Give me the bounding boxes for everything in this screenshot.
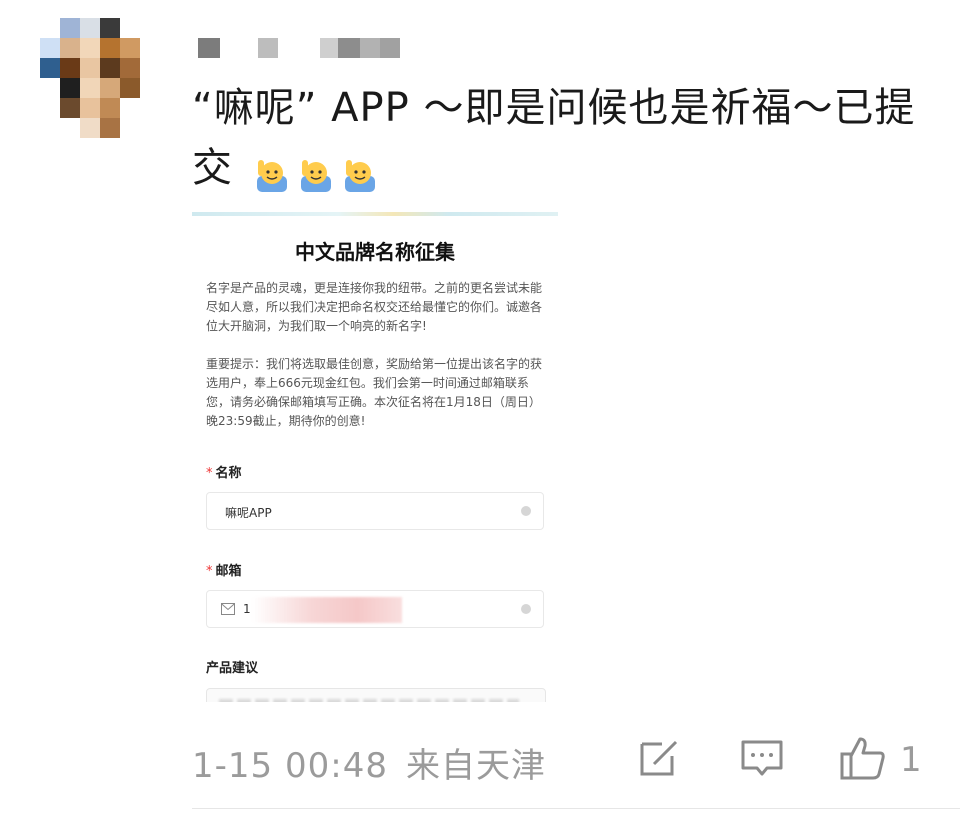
attach-header-band	[192, 212, 558, 216]
form-notice: 重要提示：我们将选取最佳创意，奖励给第一位提出该名字的获选用户，奉上666元现金…	[206, 357, 543, 428]
edit-share-icon	[638, 738, 682, 782]
raising-hand-emoji	[253, 151, 291, 192]
suggestion-field[interactable]	[206, 688, 546, 702]
name-field[interactable]: 嘛呢APP	[206, 492, 544, 530]
name-field-label: * 名称	[206, 466, 242, 481]
form-intro: 名字是产品的灵魂，更是连接你我的纽带。之前的更名尝试未能尽如人意，所以我们决定把…	[206, 281, 543, 333]
like-button[interactable]: 1	[840, 736, 922, 784]
email-field-label: * 邮箱	[206, 564, 242, 579]
post-meta: 1-15 00:48 来自天津	[192, 738, 546, 787]
form-title: 中文品牌名称征集	[295, 240, 455, 264]
clear-icon[interactable]	[521, 604, 531, 614]
raising-hand-emoji	[297, 151, 335, 192]
clear-icon[interactable]	[521, 506, 531, 516]
thumbs-up-icon	[840, 736, 886, 784]
comment-icon	[740, 738, 784, 782]
required-mark: *	[206, 466, 213, 481]
like-count: 1	[900, 740, 922, 780]
raising-hand-emoji	[341, 151, 379, 192]
mail-icon	[221, 603, 235, 618]
emoji-row	[253, 151, 379, 192]
email-redaction	[252, 597, 402, 623]
suggestion-text-blurred	[219, 699, 519, 702]
repost-button[interactable]	[638, 738, 682, 782]
avatar[interactable]	[40, 18, 160, 138]
attached-image[interactable]: 中文品牌名称征集 名字是产品的灵魂，更是连接你我的纽带。之前的更名尝试未能尽如人…	[192, 212, 558, 702]
timestamp: 1-15 00:48	[192, 746, 388, 786]
name-field-value: 嘛呢APP	[225, 506, 272, 520]
email-field[interactable]: 1	[206, 590, 544, 628]
required-mark: *	[206, 564, 213, 579]
comment-button[interactable]	[740, 738, 784, 782]
email-field-value: 1	[243, 602, 251, 616]
form-description: 名字是产品的灵魂，更是连接你我的纽带。之前的更名尝试未能尽如人意，所以我们决定把…	[206, 279, 544, 431]
location: 来自天津	[405, 746, 546, 786]
divider	[192, 808, 960, 809]
suggestion-field-label: 产品建议	[206, 661, 259, 676]
post-text: “嘛呢” APP ～即是问候也是祈福～已提交	[192, 78, 922, 198]
